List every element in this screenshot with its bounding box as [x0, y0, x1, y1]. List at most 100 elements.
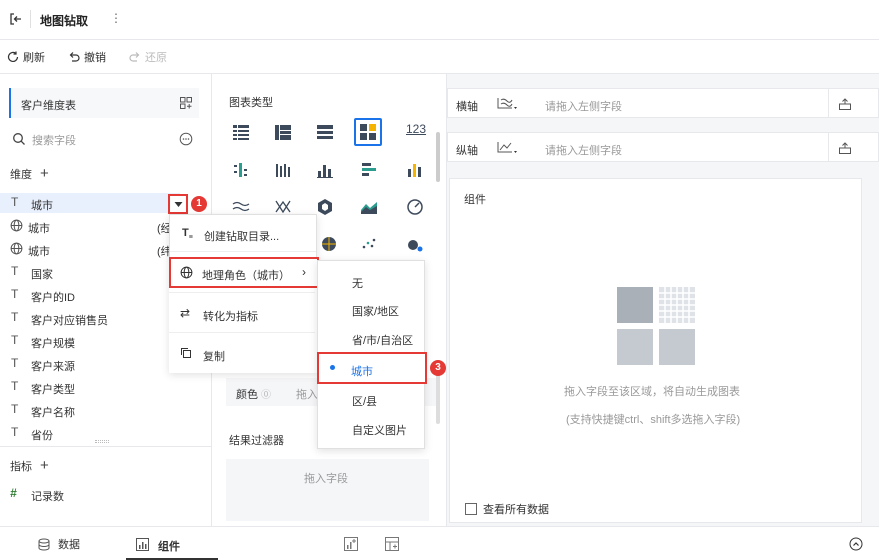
more-options-icon[interactable] [179, 132, 193, 146]
y-axis-settings-icon[interactable] [838, 141, 852, 155]
add-dashboard-icon[interactable] [385, 537, 399, 551]
chevron-right-icon: › [302, 265, 306, 279]
refresh-icon [7, 51, 19, 63]
panel-divider [0, 446, 212, 447]
field-label: 客户的ID [31, 292, 75, 304]
add-dimension-icon[interactable]: + [40, 166, 49, 181]
table-chart-icon[interactable] [232, 123, 250, 141]
collapse-up-icon[interactable] [849, 537, 863, 551]
add-metric-icon[interactable]: + [40, 458, 49, 473]
config-scrollbar[interactable] [436, 369, 440, 424]
area-chart-icon[interactable] [360, 198, 378, 216]
geo-option-selected[interactable]: 城市 [317, 352, 427, 384]
empty-hint: 拖入字段至该区域，将自动生成图表 [564, 386, 740, 398]
menu-item-copy[interactable]: 复制 [169, 342, 315, 366]
field-row[interactable]: T 客户来源 [0, 356, 160, 373]
y-axis-label: 纵轴 [456, 145, 478, 157]
copy-icon [181, 348, 191, 358]
menu-item-geo-role[interactable]: 地理角色（城市） › [169, 257, 319, 288]
scatter-chart-icon[interactable] [360, 235, 378, 253]
geo-option-label: 城市 [351, 366, 373, 378]
text-type-icon: T [11, 333, 19, 347]
radar-chart-icon[interactable] [316, 198, 334, 216]
redo-button[interactable]: 还原 [128, 49, 167, 65]
x-axis-settings-icon[interactable] [838, 97, 852, 111]
field-label: 客户规模 [31, 338, 75, 350]
toolbar: 刷新 撤销 还原 [0, 40, 879, 74]
geo-option[interactable]: 无 [352, 275, 363, 291]
field-search[interactable]: 搜索字段 [10, 130, 190, 148]
x-axis-placeholder: 请拖入左侧字段 [545, 101, 622, 113]
auto-chart-selected[interactable] [354, 118, 382, 146]
globe-icon [10, 219, 23, 232]
geo-option[interactable]: 自定义图片 [352, 422, 407, 438]
checkbox-box[interactable] [465, 503, 477, 515]
cross-table-icon[interactable] [316, 123, 334, 141]
step-badge-3: 3 [430, 360, 446, 376]
filter-drop-zone[interactable]: 拖入字段 [226, 459, 429, 521]
panel-resize-handle[interactable] [95, 440, 109, 443]
empty-chart-illustration [617, 287, 695, 365]
refresh-button[interactable]: 刷新 [6, 49, 45, 65]
table-name: 客户维度表 [21, 100, 76, 112]
show-all-data-checkbox[interactable]: 查看所有数据 [465, 501, 549, 517]
tab-data[interactable]: 数据 [38, 536, 80, 552]
grouped-column-icon[interactable] [274, 161, 292, 179]
info-icon: ⓪ [261, 390, 271, 401]
component-tab-icon [136, 538, 149, 551]
bar-chart-icon[interactable] [360, 161, 378, 179]
y-axis-icon[interactable] [496, 140, 518, 156]
field-row[interactable]: T 客户类型 [0, 379, 160, 396]
database-icon [38, 538, 50, 550]
field-row[interactable]: T 客户规模 [0, 333, 160, 350]
geo-option[interactable]: 区/县 [352, 393, 377, 409]
menu-item-label: 转化为指标 [203, 311, 258, 323]
geo-option[interactable]: 省/市/自治区 [352, 332, 413, 348]
empty-subhint: (支持快捷键ctrl、shift多选拖入字段) [566, 414, 741, 426]
more-icon[interactable]: ⋮ [110, 11, 122, 25]
tab-component[interactable]: 组件 [126, 527, 218, 560]
x-axis-row[interactable]: 横轴 请拖入左侧字段 [447, 88, 879, 118]
tab-component-label: 组件 [158, 541, 180, 553]
column-chart-icon[interactable] [316, 161, 334, 179]
menu-item-create-drill[interactable]: T≡ 创建钻取目录... [170, 222, 316, 246]
undo-button[interactable]: 撤销 [67, 49, 106, 65]
field-row[interactable]: T 国家 [0, 264, 160, 281]
y-axis-row[interactable]: 纵轴 请拖入左侧字段 [447, 132, 879, 162]
table-selector[interactable]: 客户维度表 [9, 88, 199, 118]
stacked-column-icon[interactable] [406, 161, 424, 179]
field-row[interactable]: T 客户的ID [0, 287, 160, 304]
menu-lower-section: ⇄ 转化为指标 复制 [169, 288, 317, 373]
auto-chart-icon [360, 124, 376, 140]
kpi-chart-icon[interactable]: 123 [406, 122, 426, 136]
menu-item-convert-metric[interactable]: ⇄ 转化为指标 [169, 302, 315, 326]
text-type-icon: T [11, 310, 19, 324]
field-dropdown-button[interactable] [168, 194, 188, 214]
x-axis-icon[interactable] [496, 96, 518, 112]
bubble-chart-icon[interactable] [406, 235, 424, 253]
globe-icon [180, 266, 193, 279]
field-row[interactable]: T 省份 [0, 425, 160, 442]
add-component-icon[interactable] [344, 537, 358, 551]
drill-directory-icon: T≡ [182, 227, 193, 242]
text-type-icon: T [11, 425, 19, 439]
exit-icon[interactable] [8, 11, 24, 27]
field-label: 客户对应销售员 [31, 315, 108, 327]
text-type-icon: T [11, 264, 19, 278]
field-row[interactable]: T 客户对应销售员 [0, 310, 160, 327]
canvas-area: 横轴 请拖入左侧字段 纵轴 请拖入左侧字段 组件 拖入字段至该区域，将自动生成图… [447, 74, 879, 526]
refresh-label: 刷新 [23, 52, 45, 64]
switch-table-icon[interactable] [179, 96, 193, 110]
field-label: 记录数 [31, 491, 64, 503]
gauge-chart-icon[interactable] [406, 198, 424, 216]
geo-option[interactable]: 国家/地区 [352, 303, 399, 319]
chart-type-scrollbar[interactable] [436, 132, 440, 182]
field-row[interactable]: T 客户名称 [0, 402, 160, 419]
chart-canvas[interactable]: 组件 拖入字段至该区域，将自动生成图表 (支持快捷键ctrl、shift多选拖入… [449, 178, 862, 523]
grouped-table-icon[interactable] [274, 123, 292, 141]
scatter-bar-icon[interactable] [232, 161, 250, 179]
map-chart-icon[interactable] [320, 235, 338, 253]
field-label: 客户名称 [31, 407, 75, 419]
metric-row[interactable]: # 记录数 [0, 486, 160, 503]
field-label: 城市 [28, 246, 50, 258]
